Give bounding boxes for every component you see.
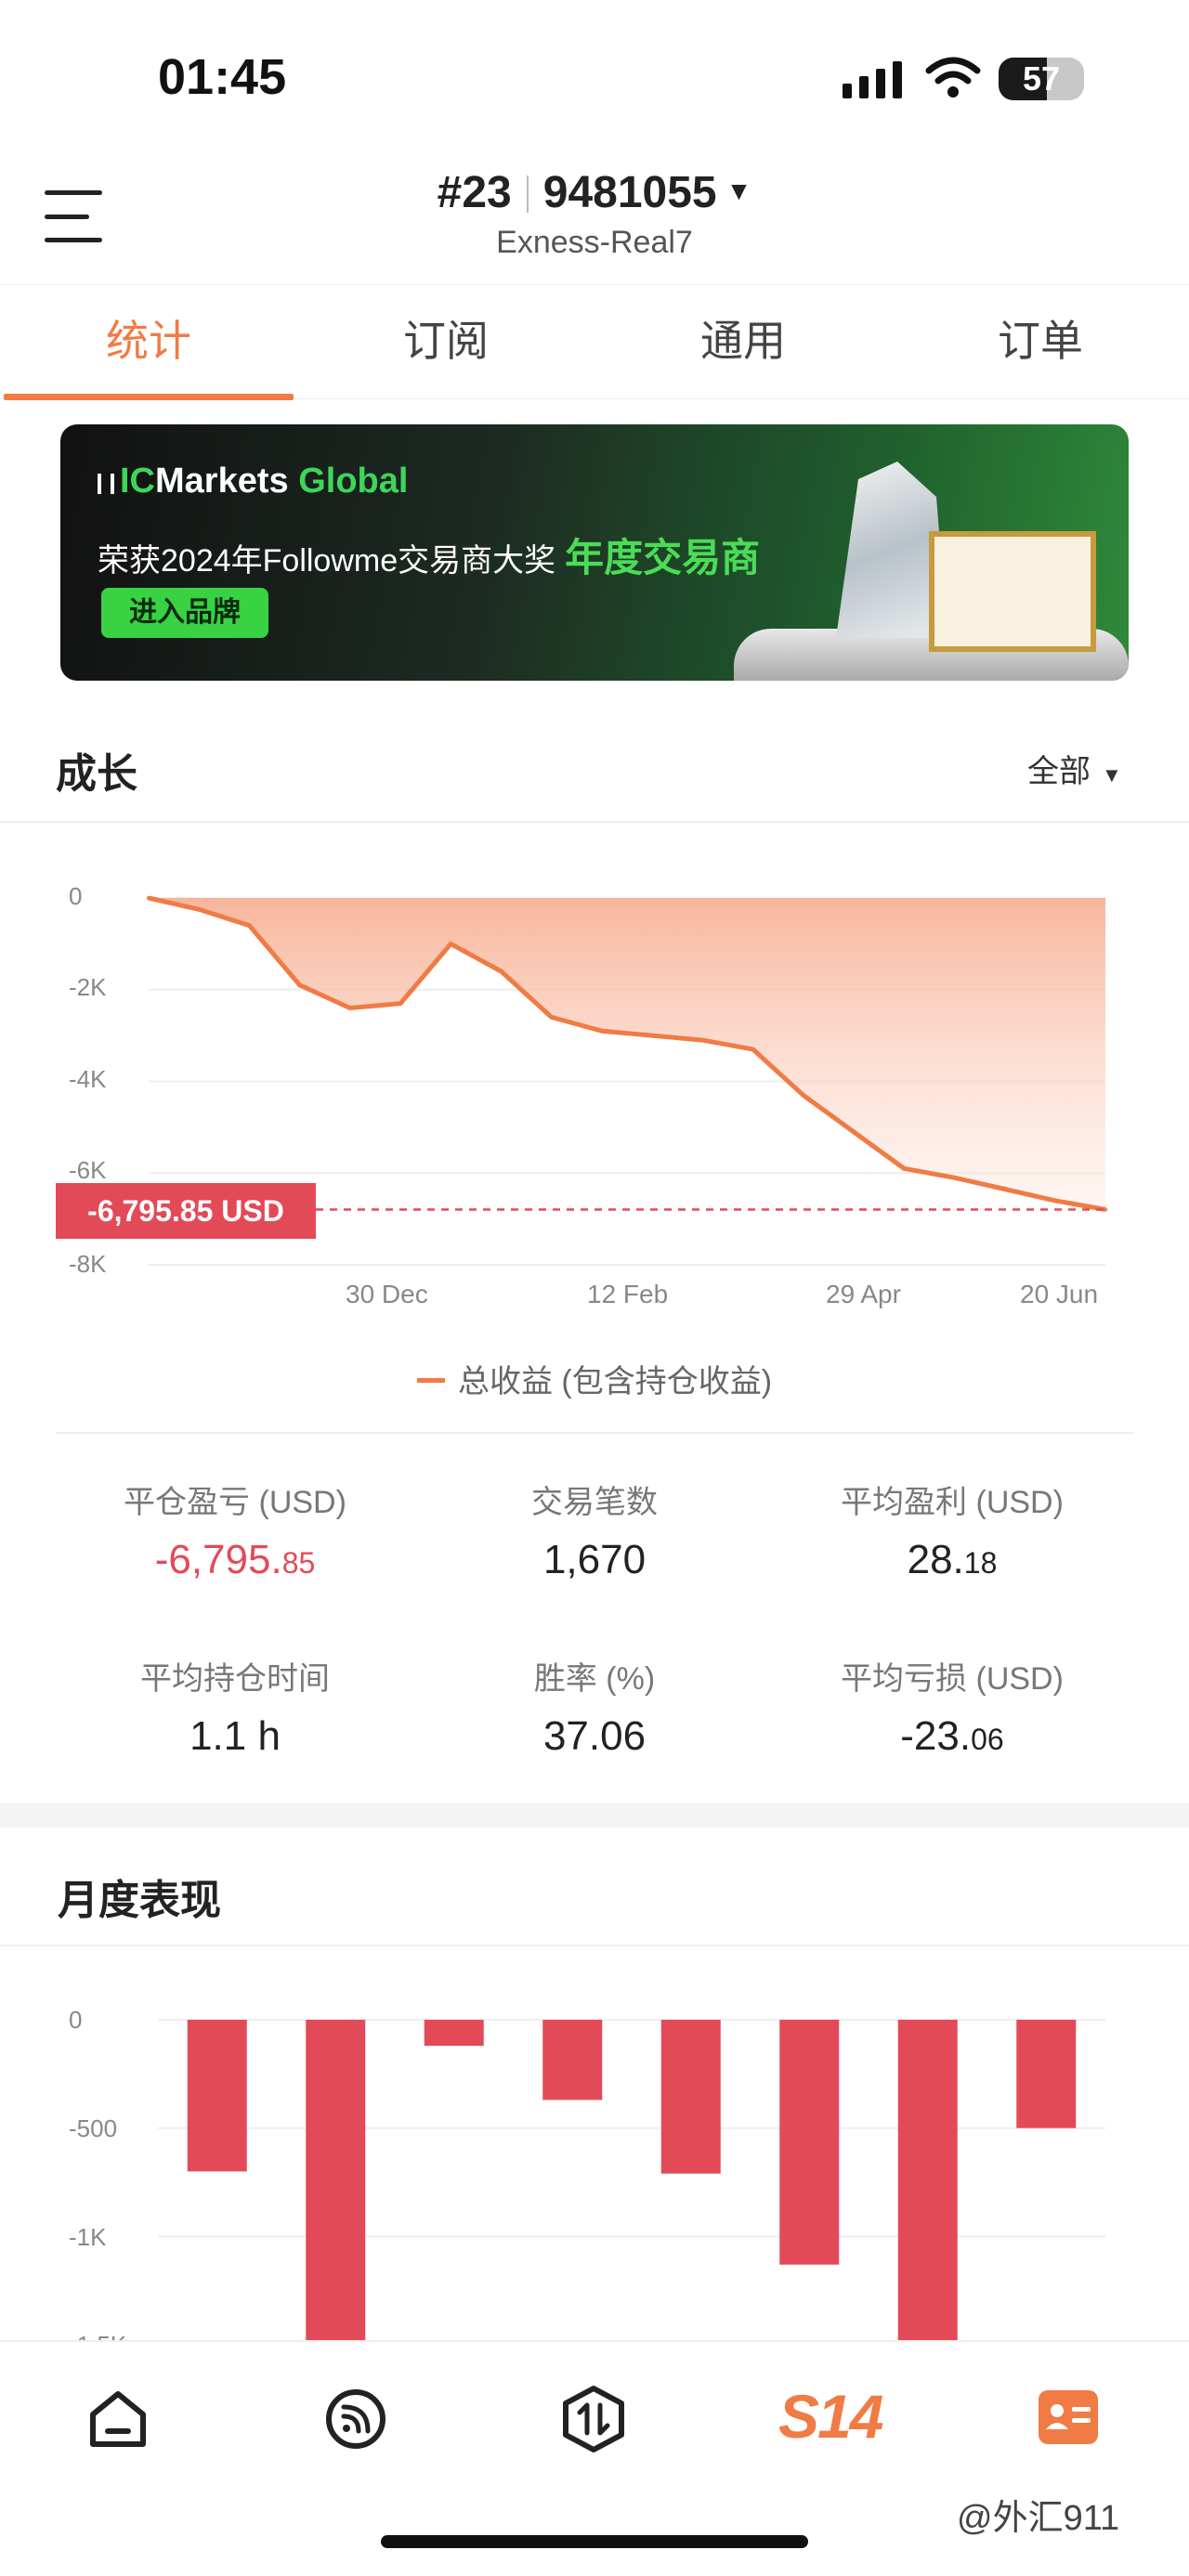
chart-legend: 总收益 (包含持仓收益) bbox=[0, 1356, 1189, 1401]
data-point bbox=[399, 1001, 403, 1006]
brand-logo: ICMarkets Global bbox=[98, 462, 408, 501]
data-point bbox=[549, 1015, 554, 1020]
month-bar[interactable] bbox=[897, 2020, 958, 2340]
data-point bbox=[801, 1093, 805, 1098]
caret-down-icon: ▼ bbox=[1102, 763, 1122, 787]
growth-title: 成长 bbox=[56, 751, 137, 797]
home-icon[interactable] bbox=[85, 2387, 150, 2452]
month-bar[interactable] bbox=[542, 2020, 603, 2101]
tab-general[interactable]: 通用 bbox=[594, 285, 892, 398]
month-bar[interactable] bbox=[424, 2020, 484, 2046]
stat-avg-profit: 平均盈利 (USD) 28.18 bbox=[841, 1485, 1064, 1582]
tab-orders[interactable]: 订单 bbox=[892, 285, 1189, 398]
area-fill bbox=[149, 898, 1105, 1210]
section-gap bbox=[0, 1803, 1189, 1828]
data-point bbox=[297, 982, 302, 987]
data-point bbox=[247, 923, 252, 928]
current-value-tag: -6,795.85 USD bbox=[56, 1183, 316, 1239]
award-highlight: 年度交易商 bbox=[565, 536, 761, 579]
data-point bbox=[347, 1006, 352, 1010]
data-point bbox=[700, 1038, 705, 1043]
stat-avg-hold-time: 平均持仓时间 1.1 h bbox=[140, 1661, 330, 1759]
server-name: Exness-Real7 bbox=[496, 225, 693, 260]
feed-icon[interactable] bbox=[323, 2387, 388, 2452]
tab-bar-top: 统计 订阅 通用 订单 bbox=[0, 284, 1189, 400]
month-bar[interactable] bbox=[306, 2020, 366, 2340]
caret-down-icon: ▼ bbox=[725, 176, 752, 205]
battery-icon: 57 bbox=[999, 58, 1084, 100]
month-bar[interactable] bbox=[779, 2020, 840, 2265]
brand-bars-icon bbox=[98, 474, 114, 494]
stat-win-rate: 胜率 (%) 37.06 bbox=[533, 1661, 656, 1759]
data-point bbox=[197, 907, 202, 912]
data-point bbox=[1104, 1207, 1107, 1212]
period-filter[interactable]: 全部 ▼ bbox=[1027, 746, 1122, 791]
x-tick: 20 Jun bbox=[1020, 1280, 1099, 1308]
promo-banner[interactable]: ICMarkets Global 荣获2024年Followme交易商大奖 年度交… bbox=[60, 424, 1129, 681]
certificate-image bbox=[929, 531, 1096, 652]
data-point bbox=[599, 1029, 604, 1034]
status-time: 01:45 bbox=[158, 49, 287, 105]
enter-brand-button[interactable]: 进入品牌 bbox=[101, 588, 268, 638]
account-number: 9481055 bbox=[542, 168, 717, 217]
account-rank: #23 bbox=[437, 168, 512, 217]
monthly-chart bbox=[158, 2019, 1105, 2340]
battery-level: 57 bbox=[1022, 59, 1061, 98]
legend-swatch bbox=[416, 1378, 445, 1383]
watermark: @外汇911 bbox=[957, 2499, 1120, 2538]
divider bbox=[0, 1945, 1189, 1946]
data-point bbox=[952, 1176, 957, 1180]
data-point bbox=[902, 1166, 907, 1171]
month-bar[interactable] bbox=[187, 2020, 247, 2172]
divider bbox=[0, 821, 1189, 823]
profile-icon[interactable] bbox=[1037, 2387, 1100, 2448]
account-switcher[interactable]: #23 9481055 ▼ bbox=[0, 167, 1189, 218]
app-screen: 01:45 57 #23 9481055 ▼ Exness-Real7 统计 订阅 … bbox=[0, 0, 1189, 2576]
stat-trade-count: 交易笔数 1,670 bbox=[531, 1485, 658, 1582]
award-text: 荣获2024年Followme交易商大奖 年度交易商 bbox=[98, 536, 761, 579]
stat-avg-loss: 平均亏损 (USD) -23.06 bbox=[841, 1661, 1064, 1759]
month-bar[interactable] bbox=[1016, 2020, 1077, 2128]
data-point bbox=[449, 942, 453, 946]
data-point bbox=[851, 1129, 856, 1134]
x-tick: 12 Feb bbox=[587, 1280, 669, 1308]
s14-icon[interactable]: S14 bbox=[778, 2381, 883, 2452]
monthly-title: 月度表现 bbox=[58, 1878, 221, 1923]
month-bar[interactable] bbox=[660, 2020, 721, 2174]
data-point bbox=[1052, 1198, 1057, 1203]
data-point bbox=[1002, 1187, 1007, 1191]
tab-statistics[interactable]: 统计 bbox=[0, 285, 297, 400]
trade-icon[interactable] bbox=[560, 2385, 627, 2453]
data-point bbox=[147, 896, 150, 900]
x-tick: 30 Dec bbox=[346, 1280, 428, 1308]
tab-subscribe[interactable]: 订阅 bbox=[297, 285, 594, 398]
data-point bbox=[650, 1034, 655, 1038]
wifi-icon bbox=[925, 57, 981, 98]
divider bbox=[56, 1432, 1133, 1434]
data-point bbox=[751, 1047, 755, 1051]
data-point bbox=[499, 969, 503, 973]
cellular-signal-icon bbox=[843, 61, 902, 98]
stat-closed-pnl: 平仓盈亏 (USD) -6,795.85 bbox=[124, 1485, 346, 1582]
home-indicator bbox=[381, 2535, 808, 2548]
x-tick: 29 Apr bbox=[826, 1280, 901, 1308]
